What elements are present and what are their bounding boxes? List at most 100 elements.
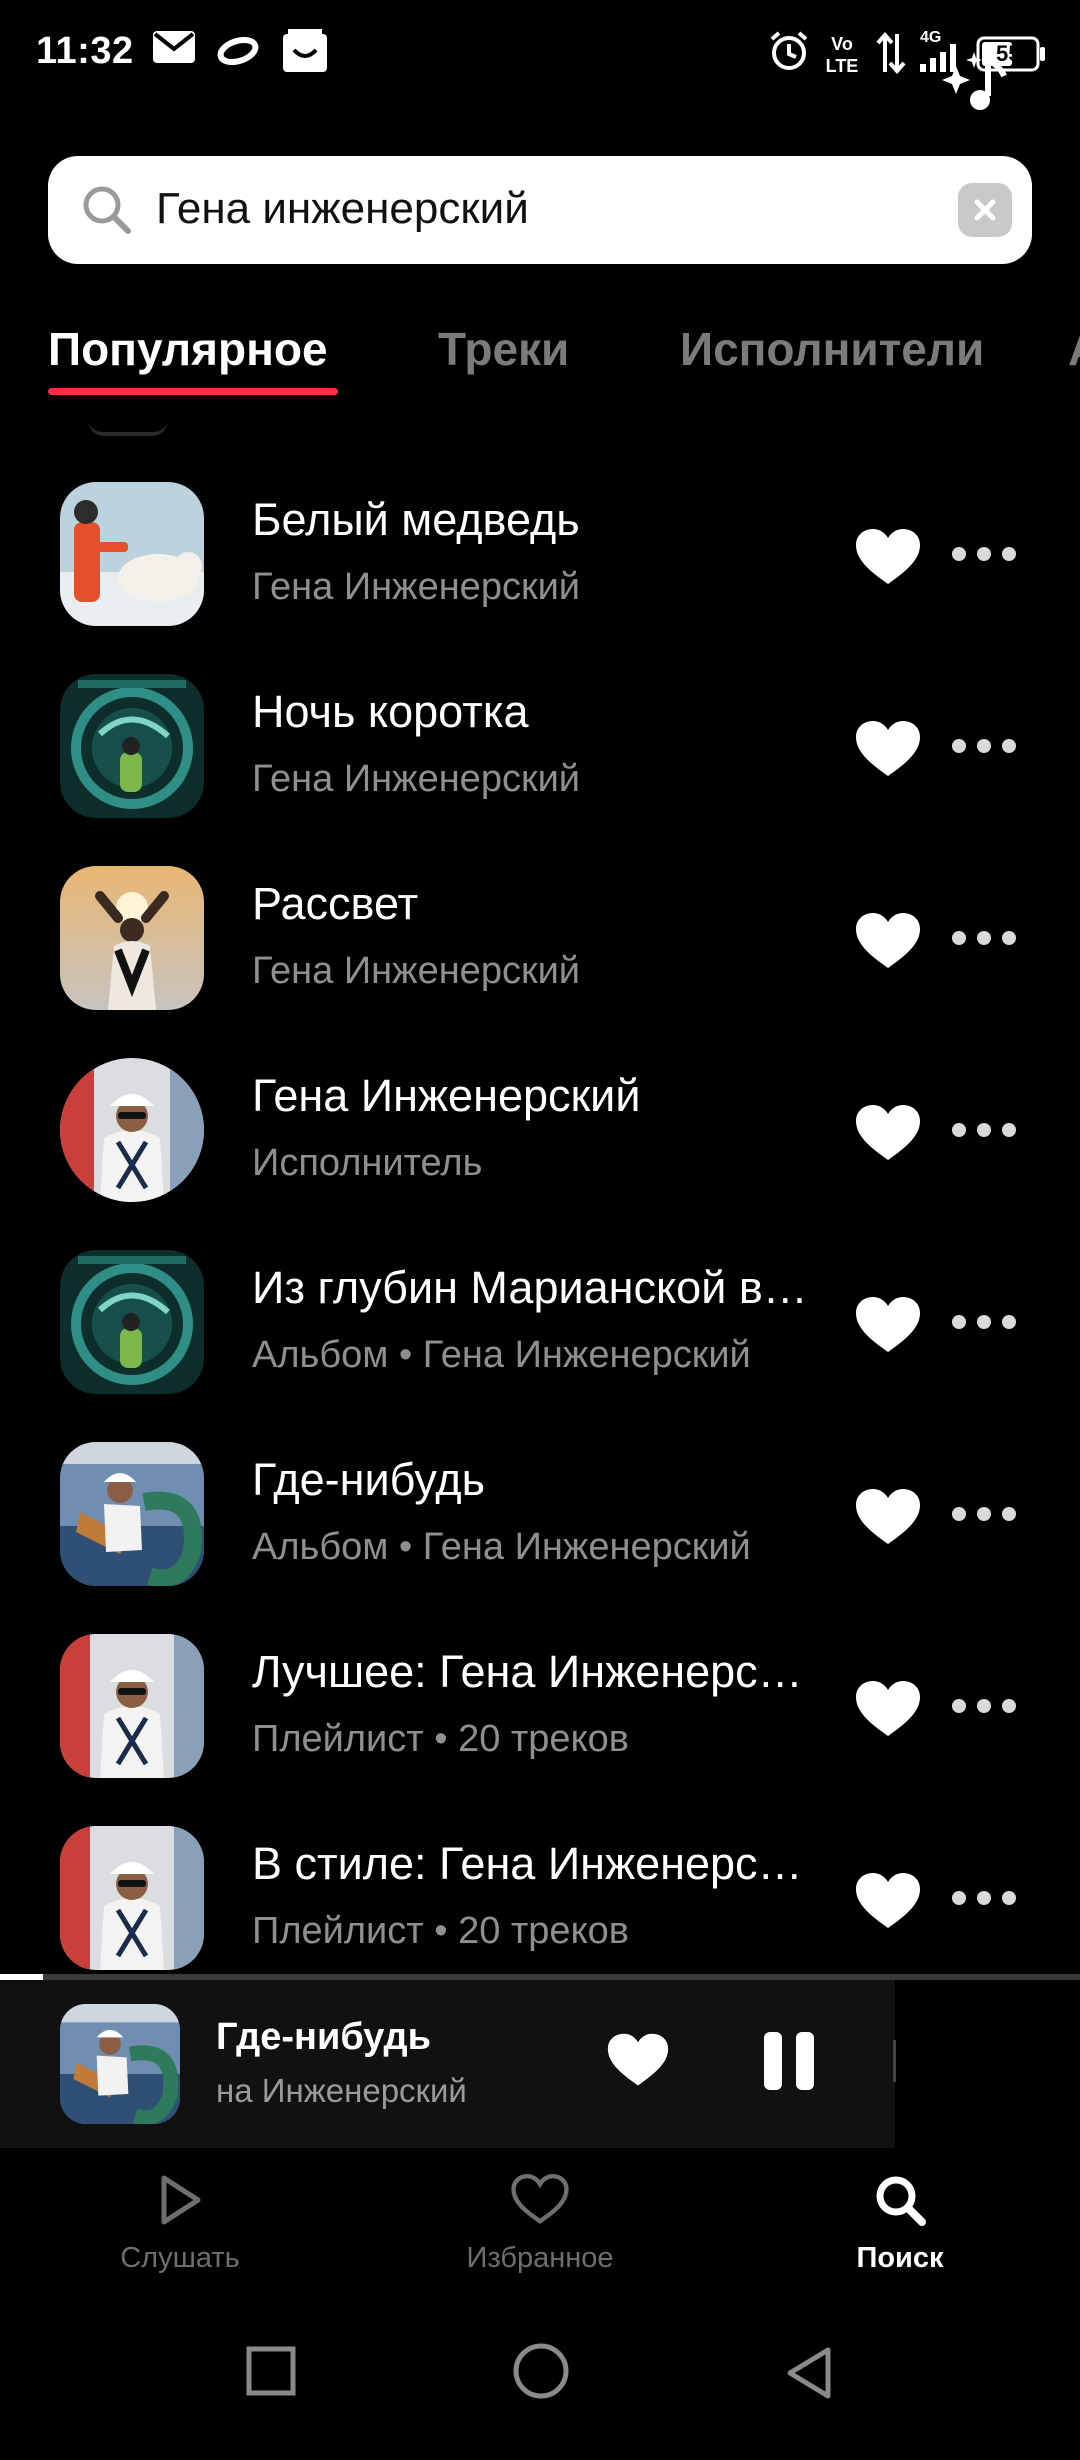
now-playing-cover xyxy=(60,2004,180,2124)
search-icon xyxy=(80,183,134,242)
tab-popular[interactable]: Популярное xyxy=(48,322,328,376)
like-button[interactable] xyxy=(854,1104,922,1164)
svg-text:4G: 4G xyxy=(920,29,941,46)
home-button[interactable] xyxy=(512,2342,570,2405)
mail-icon xyxy=(152,30,196,64)
clear-search-button[interactable] xyxy=(958,183,1012,237)
recents-button[interactable] xyxy=(246,2346,296,2401)
results-list[interactable]: Белый медведь Гена Инженерский Ночь коро… xyxy=(0,412,1080,1974)
pause-button[interactable] xyxy=(764,2032,814,2090)
heart-icon xyxy=(856,529,920,584)
item-title: Гена Инженерский xyxy=(252,1070,641,1121)
square-icon xyxy=(246,2346,296,2396)
cover-guitar xyxy=(60,1442,204,1586)
more-options-button[interactable] xyxy=(952,1886,1016,1910)
search-icon xyxy=(876,2176,926,2226)
like-button[interactable] xyxy=(854,1488,922,1548)
item-title: Из глубин Марианской впадины xyxy=(252,1262,820,1313)
smile-app-icon xyxy=(282,28,328,74)
item-title: Ночь коротка xyxy=(252,686,529,737)
data-arrows-icon xyxy=(876,32,906,74)
heart-icon xyxy=(856,1297,920,1352)
cover-polar-bear xyxy=(60,482,204,626)
search-input[interactable]: Гена инженерский xyxy=(48,156,1032,264)
search-query[interactable]: Гена инженерский xyxy=(156,184,529,234)
now-playing-title: Где-нибудь xyxy=(216,2016,431,2058)
system-navigation-bar xyxy=(0,2298,1080,2460)
previous-item-edge xyxy=(88,412,168,436)
item-title: Где-нибудь xyxy=(252,1454,486,1505)
list-item[interactable]: Из глубин Марианской впадины Альбом • Ге… xyxy=(0,1250,1080,1442)
list-item[interactable]: Где-нибудь Альбом • Гена Инженерский xyxy=(0,1442,1080,1634)
more-options-button[interactable] xyxy=(952,1310,1016,1334)
more-options-button[interactable] xyxy=(952,926,1016,950)
item-title: Лучшее: Гена Инженерский xyxy=(252,1646,820,1697)
svg-text:LTE: LTE xyxy=(826,56,859,74)
sparkle-music-note-icon xyxy=(942,52,1007,110)
cover-playlist-style xyxy=(60,1826,204,1970)
nav-listen[interactable]: Слушать xyxy=(60,2172,300,2275)
close-icon xyxy=(974,199,996,221)
nav-favorites-label: Избранное xyxy=(466,2242,614,2274)
cover-marianas xyxy=(60,674,204,818)
back-triangle-icon xyxy=(787,2347,831,2399)
oval-app-icon xyxy=(216,36,260,66)
like-button[interactable] xyxy=(854,1872,922,1932)
artist-avatar xyxy=(60,1058,204,1202)
nav-favorites[interactable]: Избранное xyxy=(420,2172,660,2275)
item-subtitle: Плейлист • 20 треков xyxy=(252,1910,629,1952)
cover-marianas xyxy=(60,1250,204,1394)
active-tab-indicator xyxy=(48,388,338,395)
list-item[interactable]: В стиле: Гена Инженерский Плейлист • 20 … xyxy=(0,1826,1080,1974)
more-options-button[interactable] xyxy=(952,734,1016,758)
heart-icon xyxy=(856,1105,920,1160)
heart-icon xyxy=(856,1489,920,1544)
more-options-button[interactable] xyxy=(952,1694,1016,1718)
like-button[interactable] xyxy=(854,720,922,780)
more-options-button[interactable] xyxy=(952,1118,1016,1142)
list-item[interactable]: Гена Инженерский Исполнитель xyxy=(0,1058,1080,1250)
list-item[interactable]: Белый медведь Гена Инженерский xyxy=(0,482,1080,674)
now-playing-artist: на Инженерский xyxy=(216,2072,467,2109)
like-button[interactable] xyxy=(854,1680,922,1740)
nav-search-label: Поиск xyxy=(856,2242,944,2274)
item-subtitle: Плейлист • 20 треков xyxy=(252,1718,629,1760)
now-playing-like-button[interactable] xyxy=(606,2032,670,2090)
heart-icon xyxy=(856,1681,920,1736)
item-subtitle: Гена Инженерский xyxy=(252,566,581,608)
mini-player[interactable]: Где-нибудь на Инженерский xyxy=(0,1980,896,2148)
item-subtitle: Альбом • Гена Инженерский xyxy=(252,1334,751,1376)
heart-icon xyxy=(856,1873,920,1928)
item-title: Рассвет xyxy=(252,878,419,929)
alarm-icon xyxy=(768,30,810,72)
like-button[interactable] xyxy=(854,1296,922,1356)
svg-text:Vo: Vo xyxy=(831,34,853,54)
more-options-button[interactable] xyxy=(952,542,1016,566)
list-item[interactable]: Рассвет Гена Инженерский xyxy=(0,866,1080,1058)
status-bar: 11:32 Vo LTE 4G 55 xyxy=(0,0,1080,110)
cover-playlist-best xyxy=(60,1634,204,1778)
tab-albums[interactable]: А xyxy=(1068,322,1080,376)
play-icon xyxy=(161,2175,201,2225)
item-subtitle: Гена Инженерский xyxy=(252,950,581,992)
heart-icon xyxy=(607,2033,669,2086)
bottom-navigation: Слушать Избранное Поиск xyxy=(0,2148,1080,2298)
item-subtitle: Альбом • Гена Инженерский xyxy=(252,1526,751,1568)
like-button[interactable] xyxy=(854,528,922,588)
pause-icon xyxy=(764,2032,782,2090)
heart-icon xyxy=(856,721,920,776)
my-wave-button[interactable] xyxy=(940,46,1010,116)
like-button[interactable] xyxy=(854,912,922,972)
list-item[interactable]: Лучшее: Гена Инженерский Плейлист • 20 т… xyxy=(0,1634,1080,1826)
volte-icon: Vo LTE xyxy=(822,32,862,74)
nav-search[interactable]: Поиск xyxy=(780,2172,1020,2275)
list-item[interactable]: Ночь коротка Гена Инженерский xyxy=(0,674,1080,866)
nav-listen-label: Слушать xyxy=(120,2242,240,2274)
tab-tracks[interactable]: Треки xyxy=(438,322,569,376)
item-title: Белый медведь xyxy=(252,494,580,545)
back-button[interactable] xyxy=(784,2346,834,2405)
more-options-button[interactable] xyxy=(952,1502,1016,1526)
heart-icon xyxy=(856,913,920,968)
tab-artists[interactable]: Исполнители xyxy=(680,322,984,376)
status-time: 11:32 xyxy=(36,30,134,72)
